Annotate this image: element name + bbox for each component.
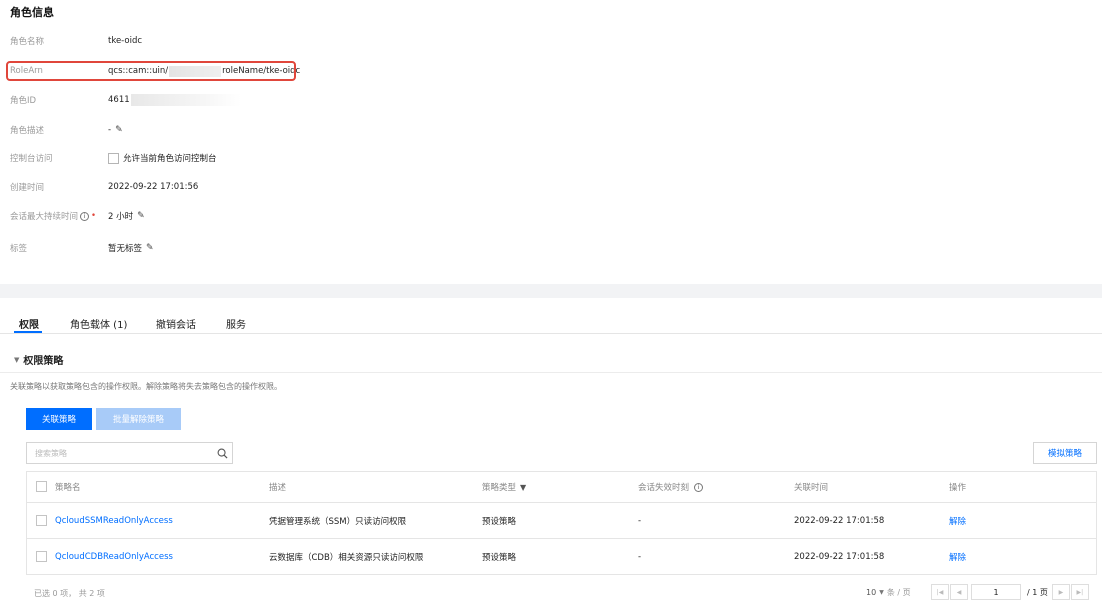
chevron-down-icon[interactable]: ▼	[879, 589, 884, 596]
pencil-icon[interactable]: ✎	[115, 125, 123, 135]
attach-policy-button[interactable]: 关联策略	[26, 408, 92, 430]
console-access-value: 允许当前角色访问控制台	[108, 152, 217, 164]
col-header-attach-time: 关联时间	[794, 483, 829, 493]
section-divider	[0, 284, 1102, 298]
row-console-access: 控制台访问 允许当前角色访问控制台	[10, 150, 217, 166]
role-desc-text: -	[108, 125, 112, 135]
attach-time: 2022-09-22 17:01:58	[794, 515, 885, 526]
policy-description: 凭据管理系统（SSM）只读访问权限	[269, 516, 407, 527]
row-role-desc: 角色描述 - ✎	[10, 122, 123, 138]
session-duration-value: 2 小时 ✎	[108, 210, 145, 222]
row-checkbox[interactable]	[36, 550, 47, 562]
caret-down-icon[interactable]: ▼	[14, 356, 19, 364]
policy-type: 预设策略	[482, 516, 517, 527]
required-marker: •	[91, 211, 97, 221]
policy-section-title: 权限策略	[23, 356, 64, 367]
row-tags: 标签 暂无标签 ✎	[10, 240, 154, 256]
session-expire: -	[638, 551, 642, 562]
table-header-row: 策略名 描述 策略类型 ▼ 会话失效时刻 i 关联时间 操作	[27, 472, 1096, 503]
create-time-value: 2022-09-22 17:01:56	[108, 182, 199, 192]
first-page-icon[interactable]: |◀	[931, 584, 949, 600]
tab-revoke-session[interactable]: 撤销会话	[156, 316, 196, 331]
policy-search-input[interactable]	[27, 444, 212, 462]
session-duration-label-text: 会话最大持续时间	[10, 212, 79, 222]
next-page-icon[interactable]: ▶	[1051, 584, 1070, 600]
info-icon[interactable]: i	[80, 211, 90, 221]
filter-icon[interactable]: ▼	[520, 483, 526, 492]
role-id-value: 4611	[108, 94, 241, 106]
policy-section-description: 关联策略以获取策略包含的操作权限。解除策略将失去策略包含的操作权限。	[10, 382, 282, 391]
simulate-policy-button[interactable]: 模拟策略	[1033, 442, 1097, 464]
select-all-checkbox[interactable]	[36, 481, 47, 492]
tags-label: 标签	[10, 244, 28, 254]
col-header-policy-name: 策略名	[55, 483, 81, 493]
console-access-checkbox[interactable]	[108, 152, 119, 164]
per-page-unit: 条 / 页	[886, 587, 911, 597]
policy-name-link[interactable]: QcloudSSMReadOnlyAccess	[55, 503, 173, 538]
create-time-label: 创建时间	[10, 183, 45, 193]
role-id-text: 4611	[108, 95, 130, 105]
policy-search-box[interactable]	[26, 442, 233, 464]
policy-type: 预设策略	[482, 552, 517, 563]
col-header-session-expire: 会话失效时刻 i	[638, 472, 704, 502]
page-size-value: 10	[866, 587, 877, 597]
batch-detach-button[interactable]: 批量解除策略	[96, 408, 181, 430]
divider	[0, 372, 1102, 373]
detach-link[interactable]: 解除	[949, 539, 966, 574]
page-number-input[interactable]: 1	[971, 584, 1021, 600]
session-expire: -	[638, 515, 642, 526]
table-row: QcloudSSMReadOnlyAccess 凭据管理系统（SSM）只读访问权…	[27, 503, 1096, 539]
detach-link[interactable]: 解除	[949, 503, 966, 538]
policy-description: 云数据库（CDB）相关资源只读访问权限	[269, 552, 424, 563]
col-header-policy-type-text: 策略类型	[482, 483, 517, 493]
tab-bar: 权限 角色载体 (1) 撤销会话 服务	[0, 312, 1102, 334]
policy-name-link[interactable]: QcloudCDBReadOnlyAccess	[55, 539, 173, 574]
role-desc-label: 角色描述	[10, 126, 45, 136]
policy-table: 策略名 描述 策略类型 ▼ 会话失效时刻 i 关联时间 操作 QcloudSSM…	[26, 471, 1097, 575]
prev-page-icon[interactable]: ◀	[950, 584, 968, 600]
highlight-annotation-box	[6, 61, 296, 81]
tags-value: 暂无标签 ✎	[108, 242, 154, 254]
selection-summary: 已选 0 项， 共 2 项	[34, 589, 105, 598]
attach-time: 2022-09-22 17:01:58	[794, 551, 885, 562]
row-checkbox[interactable]	[36, 514, 47, 526]
console-access-text: 允许当前角色访问控制台	[123, 154, 217, 164]
tab-permissions[interactable]: 权限	[19, 316, 39, 331]
last-page-icon[interactable]: ▶|	[1070, 584, 1089, 600]
table-row: QcloudCDBReadOnlyAccess 云数据库（CDB）相关资源只读访…	[27, 539, 1096, 575]
redacted-block	[130, 94, 241, 106]
row-role-name: 角色名称 tke-oidc	[10, 33, 142, 49]
console-access-label: 控制台访问	[10, 154, 53, 164]
col-header-policy-type: 策略类型 ▼	[482, 472, 526, 502]
tab-services[interactable]: 服务	[226, 316, 246, 331]
info-icon[interactable]: i	[694, 482, 704, 492]
pencil-icon[interactable]: ✎	[146, 243, 154, 253]
role-name-value: tke-oidc	[108, 36, 143, 46]
role-info-title: 角色信息	[10, 6, 54, 19]
session-duration-label: 会话最大持续时间 i •	[10, 210, 108, 222]
role-id-label: 角色ID	[10, 96, 37, 106]
role-name-label: 角色名称	[10, 37, 45, 47]
total-pages: / 1 页	[1027, 587, 1048, 597]
active-tab-indicator	[14, 331, 42, 333]
row-session-duration: 会话最大持续时间 i • 2 小时 ✎	[10, 208, 145, 224]
search-icon[interactable]	[212, 448, 232, 459]
row-role-id: 角色ID 4611	[10, 92, 241, 108]
tags-text: 暂无标签	[108, 244, 143, 254]
col-header-session-expire-text: 会话失效时刻	[638, 483, 690, 493]
pencil-icon[interactable]: ✎	[137, 211, 145, 221]
policy-section-header[interactable]: ▼ 权限策略	[14, 352, 64, 368]
tab-role-carrier[interactable]: 角色载体 (1)	[70, 316, 127, 331]
col-header-description: 描述	[269, 483, 287, 493]
page-size-selector[interactable]: 10 ▼ 条 / 页	[866, 583, 911, 600]
pagination: |◀ ◀ 1 / 1 页 ▶ ▶|	[931, 583, 1090, 600]
session-duration-text: 2 小时	[108, 212, 134, 222]
role-desc-value: - ✎	[108, 125, 123, 135]
row-create-time: 创建时间 2022-09-22 17:01:56	[10, 179, 198, 195]
col-header-actions: 操作	[949, 483, 967, 493]
